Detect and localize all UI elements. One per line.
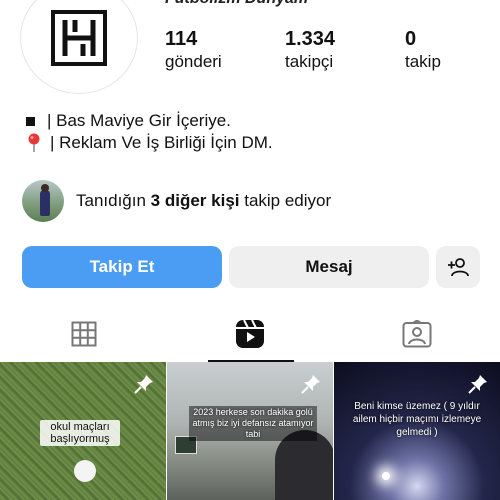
football-image xyxy=(74,460,96,482)
stat-posts[interactable]: 114 gönderi xyxy=(165,28,285,74)
following-label: takip xyxy=(405,52,441,71)
bio-line-1: | Bas Maviye Gir İçeriye. xyxy=(26,110,273,132)
mutual-text: Tanıdığın 3 diğer kişi takip ediyor xyxy=(76,191,331,211)
profile-avatar[interactable] xyxy=(20,0,138,94)
tab-tagged[interactable] xyxy=(357,306,477,362)
reel-caption: 2023 herkese son dakika golü atmış biz i… xyxy=(189,406,317,441)
tab-reels[interactable] xyxy=(190,306,310,362)
reels-grid: okul maçları başlıyormuş 2023 herkese so… xyxy=(0,362,500,500)
reel-caption: Beni kimse üzemez ( 9 yıldır ailem hiçbi… xyxy=(352,401,482,438)
mutual-count: 3 diğer kişi xyxy=(150,191,240,210)
profile-stats: 114 gönderi 1.334 takipçi 0 takip xyxy=(165,28,500,74)
mutual-avatar xyxy=(22,180,64,222)
add-user-button[interactable] xyxy=(436,246,480,288)
mutual-prefix: Tanıdığın xyxy=(76,191,151,210)
grid-icon xyxy=(71,321,97,347)
stat-followers[interactable]: 1.334 takipçi xyxy=(285,28,405,74)
bio-text-2: | Reklam Ve İş Birliği İçin DM. xyxy=(50,133,273,152)
follow-button[interactable]: Takip Et xyxy=(22,246,222,288)
tab-posts[interactable] xyxy=(24,306,144,362)
reel-thumbnail[interactable]: Beni kimse üzemez ( 9 yıldır ailem hiçbi… xyxy=(334,362,500,500)
pushpin-icon xyxy=(28,133,40,152)
reel-caption: okul maçları başlıyormuş xyxy=(40,420,120,446)
followers-count: 1.334 xyxy=(285,28,336,50)
reel-thumbnail[interactable]: okul maçları başlıyormuş xyxy=(0,362,166,500)
stat-following[interactable]: 0 takip xyxy=(405,28,500,74)
following-count: 0 xyxy=(405,28,417,50)
pinned-icon xyxy=(468,375,487,394)
add-user-icon xyxy=(448,258,469,277)
bio-line-2: | Reklam Ve İş Birliği İçin DM. xyxy=(26,132,273,154)
followers-label: takipçi xyxy=(285,52,334,71)
logo-icon xyxy=(51,10,107,66)
mutual-followers[interactable]: Tanıdığın 3 diğer kişi takip ediyor xyxy=(22,180,331,222)
pinned-icon xyxy=(134,375,153,394)
mutual-suffix: takip ediyor xyxy=(239,191,332,210)
message-button[interactable]: Mesaj xyxy=(229,246,429,288)
posts-count: 114 xyxy=(165,28,198,50)
profile-name: Futbolizm Dünyam xyxy=(165,0,308,8)
bio-text-1: | Bas Maviye Gir İçeriye. xyxy=(47,111,231,130)
reel-thumbnail[interactable]: 2023 herkese son dakika golü atmış biz i… xyxy=(167,362,333,500)
stadium-light-image xyxy=(382,472,390,480)
reels-icon xyxy=(236,319,264,348)
profile-tabs xyxy=(0,306,500,362)
black-square-icon xyxy=(26,116,35,126)
tagged-icon xyxy=(402,320,432,348)
posts-label: gönderi xyxy=(165,52,222,71)
pinned-icon xyxy=(301,375,320,394)
bio: | Bas Maviye Gir İçeriye. | Reklam Ve İş… xyxy=(26,110,273,154)
